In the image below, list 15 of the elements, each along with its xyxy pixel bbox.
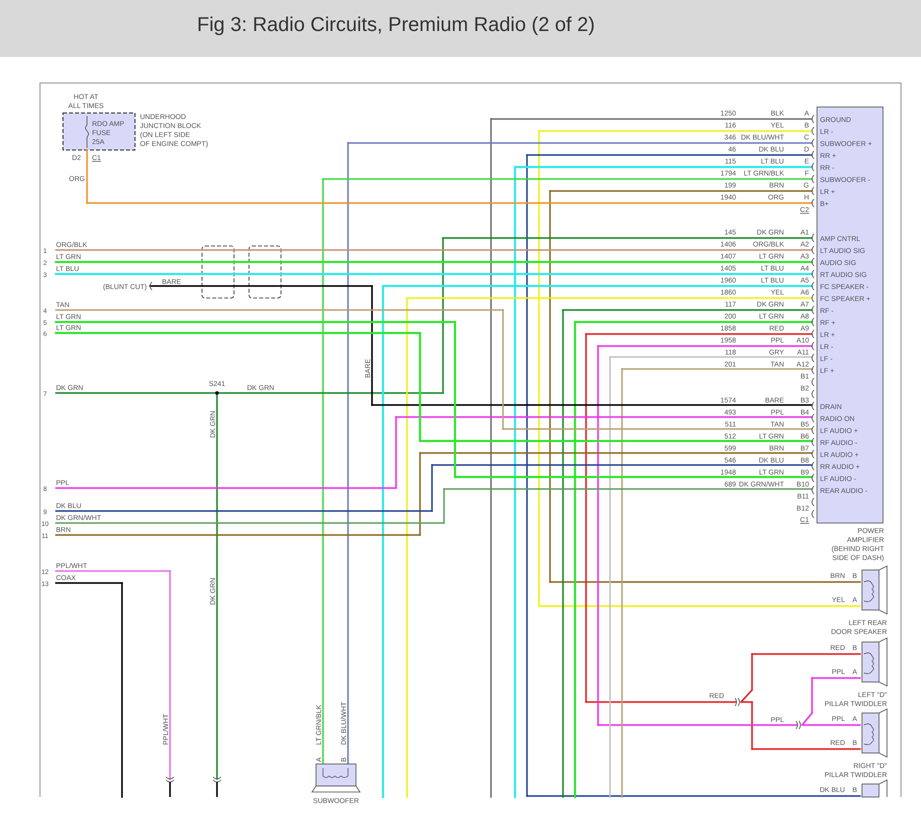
speaker-icon — [862, 779, 888, 798]
speaker-icon — [862, 637, 888, 687]
figure-title: Fig 3: Radio Circuits, Premium Radio (2 of 2) — [197, 14, 595, 37]
fuse-block-icon — [62, 112, 136, 150]
speaker-icon — [862, 708, 888, 758]
connector-icon — [166, 776, 174, 797]
connector-icon — [734, 698, 740, 706]
shield-icon — [248, 246, 282, 298]
connector-icon — [796, 720, 801, 730]
connector-icon — [212, 776, 222, 797]
cut-end-icon — [150, 282, 152, 290]
shield-icon — [202, 246, 234, 298]
subwoofer-icon — [311, 764, 361, 792]
speaker-icon — [862, 565, 888, 615]
splice-dot — [215, 391, 219, 395]
